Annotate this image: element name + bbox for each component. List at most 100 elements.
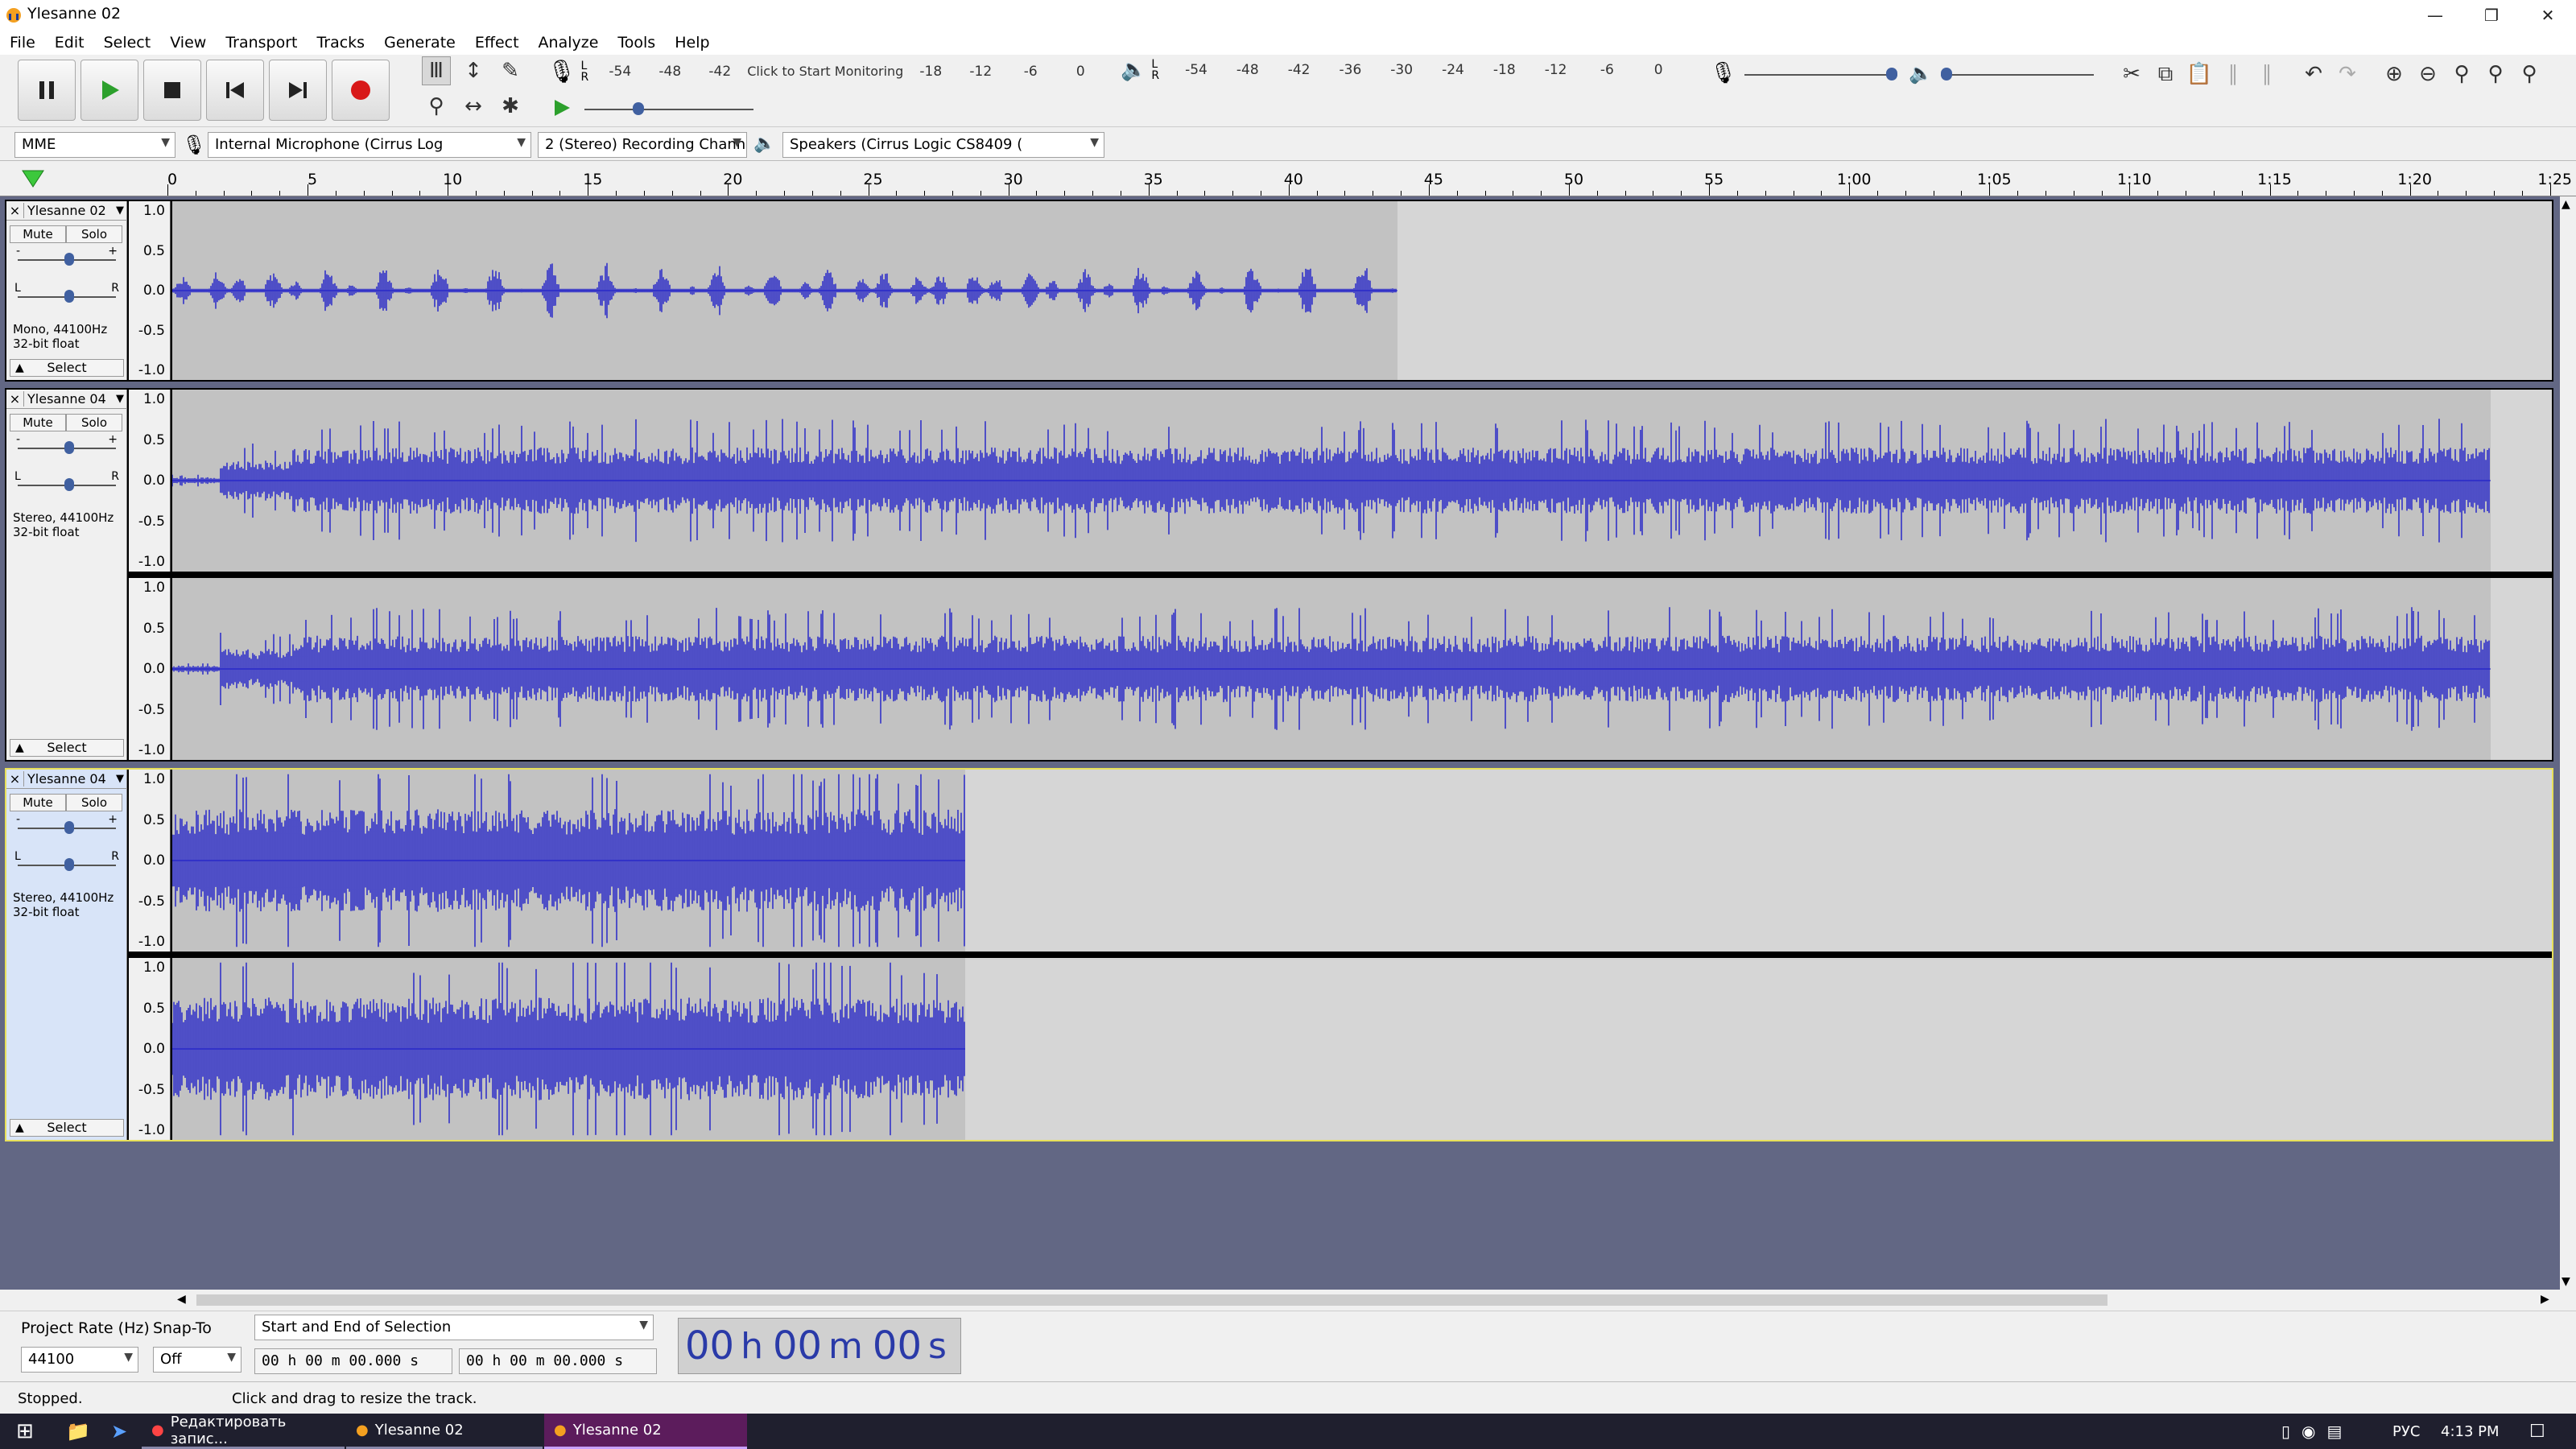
record-meter[interactable]: 🎙 LR -54 -48 -42 Click to Start Monitori… bbox=[547, 58, 1103, 85]
notifications-button[interactable]: ☐ bbox=[2520, 1414, 2545, 1449]
fit-project-button[interactable]: ⚲ bbox=[2481, 60, 2510, 89]
audio-channel[interactable] bbox=[172, 958, 2552, 1140]
mute-button[interactable]: Mute bbox=[10, 414, 66, 431]
menu-analyze[interactable]: Analyze bbox=[539, 34, 599, 52]
audio-channel[interactable] bbox=[172, 201, 2552, 380]
close-track-icon[interactable]: × bbox=[6, 203, 24, 218]
collapse-track-icon[interactable]: ▲ bbox=[15, 740, 24, 756]
waveform-clip[interactable] bbox=[172, 578, 2491, 760]
solo-button[interactable]: Solo bbox=[66, 414, 122, 431]
pinned-app-button[interactable]: ➤ bbox=[101, 1414, 127, 1449]
play-button[interactable] bbox=[80, 60, 138, 121]
selection-end-field[interactable]: 00 h 00 m 00.000 s bbox=[459, 1348, 657, 1374]
minimize-button[interactable]: — bbox=[2407, 0, 2463, 31]
solo-button[interactable]: Solo bbox=[66, 794, 122, 811]
click-to-monitor-label[interactable]: Click to Start Monitoring bbox=[745, 64, 906, 79]
pan-slider[interactable]: LR bbox=[14, 850, 119, 873]
undo-button[interactable]: ↶ bbox=[2299, 60, 2328, 89]
recording-channels-select[interactable]: 2 (Stereo) Recording Chann ▼ bbox=[538, 132, 747, 158]
track-control-panel[interactable]: × Ylesanne 02 ▼ Mute Solo - + L R Mono, 44100Hz 32… bbox=[6, 201, 127, 380]
trim-button[interactable]: ∥ bbox=[2219, 60, 2248, 89]
gain-slider[interactable]: - + bbox=[14, 813, 119, 836]
collapse-track-icon[interactable]: ▲ bbox=[15, 360, 24, 376]
vertical-amplitude-ruler[interactable]: 1.0 0.5 0.0 -0.5 -1.0 bbox=[129, 770, 171, 952]
track-name-menu[interactable]: × Ylesanne 04 ▼ bbox=[6, 390, 127, 409]
recording-volume-slider[interactable] bbox=[1744, 61, 1898, 85]
collapse-track-icon[interactable]: ▲ bbox=[15, 1120, 24, 1136]
audio-channel[interactable] bbox=[172, 578, 2552, 760]
audio-track[interactable]: × Ylesanne 04 ▼ Mute Solo - + L R Stereo, 44100Hz… bbox=[5, 768, 2553, 1141]
waveform-clip[interactable] bbox=[172, 770, 966, 952]
menu-file[interactable]: File bbox=[10, 34, 35, 52]
restore-button[interactable]: ❐ bbox=[2463, 0, 2520, 31]
fit-selection-button[interactable]: ⚲ bbox=[2447, 60, 2476, 89]
close-track-icon[interactable]: × bbox=[6, 391, 24, 407]
timeline-ruler[interactable]: 0 5 10 15 20 25 30 35 40 45 50 55 1:00 1:05 1:10 1:15 1:… bbox=[0, 161, 2576, 196]
horizontal-scroll-thumb[interactable] bbox=[196, 1294, 2107, 1306]
vertical-amplitude-ruler[interactable]: 1.0 0.5 0.0 -0.5 -1.0 bbox=[129, 958, 171, 1140]
record-button[interactable] bbox=[332, 60, 390, 121]
taskbar-item-ylesanne-2[interactable]: ● Ylesanne 02 bbox=[544, 1414, 747, 1449]
zoom-in-button[interactable]: ⊕ bbox=[2380, 60, 2409, 89]
time-shift-tool-button[interactable]: ↔ bbox=[459, 92, 488, 121]
empty-track-region[interactable] bbox=[965, 958, 2552, 1140]
track-select-button[interactable]: ▲ Select bbox=[10, 1119, 124, 1137]
zoom-out-button[interactable]: ⊖ bbox=[2413, 60, 2442, 89]
audio-channel[interactable] bbox=[172, 390, 2552, 572]
playback-volume-slider[interactable] bbox=[1940, 61, 2094, 85]
snap-to-select[interactable]: Off ▼ bbox=[153, 1347, 242, 1373]
track-control-panel[interactable]: × Ylesanne 04 ▼ Mute Solo - + L R Stereo, 44100Hz… bbox=[6, 390, 127, 760]
taskbar-item-edit-record[interactable]: ● Редактировать запис... bbox=[142, 1414, 345, 1449]
play-at-speed-button[interactable] bbox=[547, 93, 576, 122]
audio-host-select[interactable]: MME ▼ bbox=[14, 132, 175, 158]
clock[interactable]: 4:13 PM bbox=[2431, 1414, 2500, 1449]
audio-track[interactable]: × Ylesanne 02 ▼ Mute Solo - + L R Mono, 44100Hz 32… bbox=[5, 200, 2553, 382]
silence-button[interactable]: ∥ bbox=[2252, 60, 2281, 89]
menu-help[interactable]: Help bbox=[675, 34, 709, 52]
tray-icons[interactable]: ▯ ◉ ▤ bbox=[2272, 1414, 2342, 1449]
draw-tool-button[interactable]: ✎ bbox=[496, 56, 525, 85]
menu-view[interactable]: View bbox=[170, 34, 206, 52]
empty-track-region[interactable] bbox=[2490, 578, 2552, 760]
start-button[interactable]: ⊞ bbox=[6, 1414, 34, 1449]
zoom-toggle-button[interactable]: ⚲ bbox=[2515, 60, 2544, 89]
tracks-area[interactable]: × Ylesanne 02 ▼ Mute Solo - + L R Mono, 44100Hz 32… bbox=[0, 196, 2560, 1290]
copy-button[interactable]: ⧉ bbox=[2151, 60, 2180, 89]
solo-button[interactable]: Solo bbox=[66, 225, 122, 243]
track-control-panel[interactable]: × Ylesanne 04 ▼ Mute Solo - + L R Stereo, 44100Hz… bbox=[6, 770, 127, 1140]
selection-tool-button[interactable]: Ⅲ bbox=[422, 56, 451, 85]
waveform-clip[interactable] bbox=[172, 201, 1397, 380]
playback-device-select[interactable]: Speakers (Cirrus Logic CS8409 (▼ bbox=[782, 132, 1104, 158]
envelope-tool-button[interactable]: ↕ bbox=[459, 56, 488, 85]
skip-start-button[interactable] bbox=[206, 60, 264, 121]
multi-tool-button[interactable]: ✱ bbox=[496, 92, 525, 121]
pan-slider[interactable]: LR bbox=[14, 282, 119, 304]
close-track-icon[interactable]: × bbox=[6, 771, 24, 786]
zoom-tool-button[interactable]: ⚲ bbox=[422, 92, 451, 121]
menu-generate[interactable]: Generate bbox=[384, 34, 456, 52]
file-explorer-button[interactable]: 📁 bbox=[56, 1414, 90, 1449]
paste-button[interactable]: 📋 bbox=[2185, 60, 2214, 89]
pause-button[interactable] bbox=[18, 60, 76, 121]
track-select-button[interactable]: ▲ Select bbox=[10, 359, 124, 377]
pan-slider[interactable]: LR bbox=[14, 470, 119, 493]
menu-effect[interactable]: Effect bbox=[475, 34, 519, 52]
selection-start-field[interactable]: 00 h 00 m 00.000 s bbox=[254, 1348, 452, 1374]
playback-meter[interactable]: 🔈 LR -54 -48 -42 -36 -30 -24 -18 -12 -6 … bbox=[1121, 58, 1684, 82]
menu-select[interactable]: Select bbox=[104, 34, 151, 52]
recording-device-select[interactable]: Internal Microphone (Cirrus Log ▼ bbox=[208, 132, 531, 158]
track-name-menu[interactable]: × Ylesanne 04 ▼ bbox=[6, 770, 127, 789]
gain-slider[interactable]: - + bbox=[14, 433, 119, 456]
mute-button[interactable]: Mute bbox=[10, 225, 66, 243]
selection-mode-select[interactable]: Start and End of Selection ▼ bbox=[254, 1315, 654, 1340]
project-rate-select[interactable]: 44100 ▼ bbox=[21, 1347, 138, 1373]
cut-button[interactable]: ✂ bbox=[2117, 60, 2146, 89]
vertical-amplitude-ruler[interactable]: 1.0 0.5 0.0 -0.5 -1.0 bbox=[129, 578, 171, 760]
menu-transport[interactable]: Transport bbox=[225, 34, 297, 52]
redo-button[interactable]: ↷ bbox=[2333, 60, 2362, 89]
taskbar-item-ylesanne-1[interactable]: ● Ylesanne 02 bbox=[346, 1414, 543, 1449]
menu-tracks[interactable]: Tracks bbox=[316, 34, 365, 52]
audio-channel[interactable] bbox=[172, 770, 2552, 952]
vertical-amplitude-ruler[interactable]: 1.0 0.5 0.0 -0.5 -1.0 bbox=[129, 390, 171, 572]
empty-track-region[interactable] bbox=[1397, 201, 2552, 380]
